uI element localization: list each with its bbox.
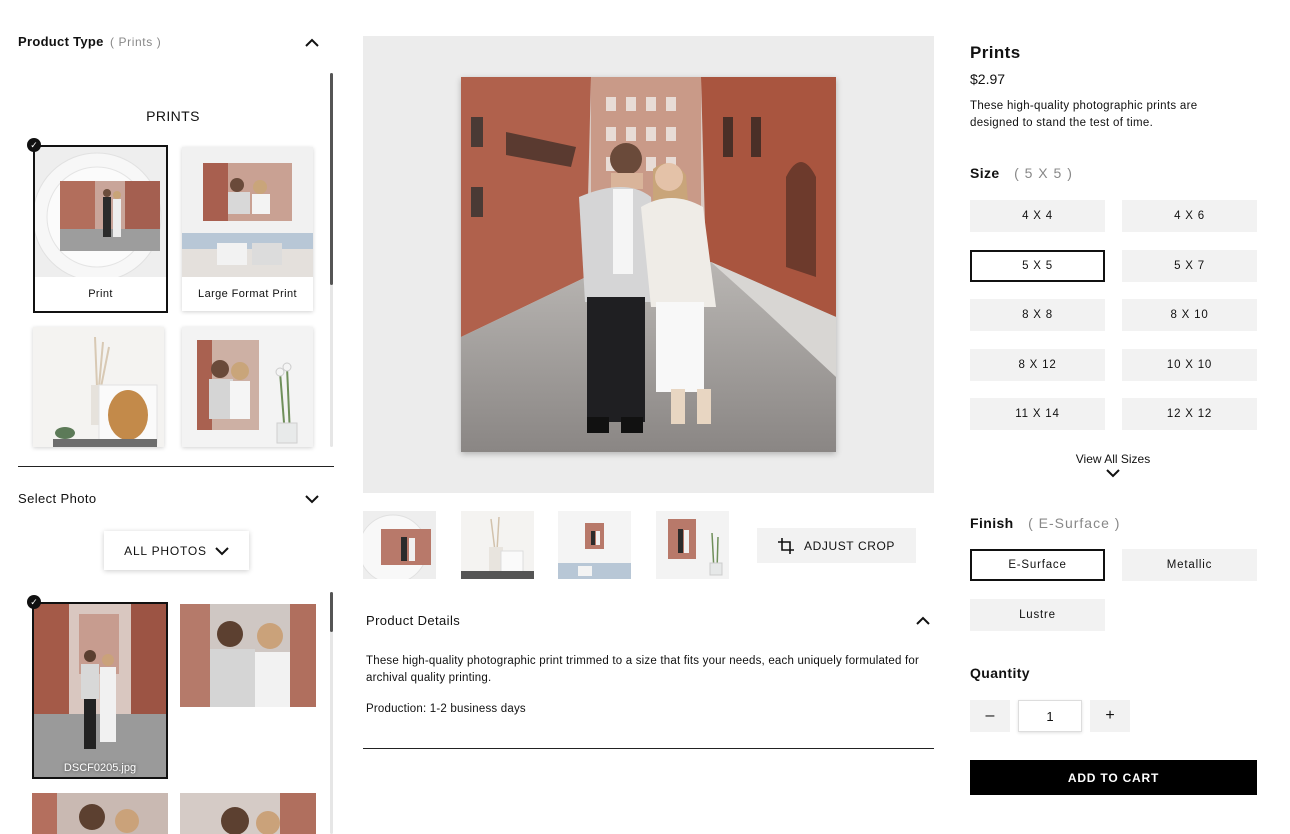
- size-option-4x6[interactable]: 4 X 6: [1122, 200, 1257, 232]
- size-option-8x10[interactable]: 8 X 10: [1122, 299, 1257, 331]
- photo-image: [180, 604, 316, 707]
- preview-thumbnail-large-format[interactable]: [558, 511, 631, 579]
- product-details-title: Product Details: [366, 613, 461, 628]
- left-divider: [18, 466, 334, 467]
- product-type-scrollbar-thumb[interactable]: [330, 73, 333, 285]
- adjust-crop-label: ADJUST CROP: [803, 538, 896, 553]
- finish-label: Finish: [970, 515, 1014, 531]
- chevron-up-icon[interactable]: [916, 614, 930, 628]
- size-option-5x5[interactable]: 5 X 5: [970, 250, 1105, 282]
- select-photo-title: Select Photo: [18, 491, 97, 506]
- product-card-canvas[interactable]: [33, 327, 164, 447]
- product-card-metal[interactable]: [182, 327, 313, 447]
- product-card-print[interactable]: Print: [33, 145, 168, 313]
- thumbnail-image: [558, 511, 631, 579]
- adjust-crop-button[interactable]: ADJUST CROP: [757, 528, 916, 563]
- size-selected: ( 5 X 5 ): [1014, 165, 1073, 181]
- product-type-selected: ( Prints ): [110, 35, 162, 49]
- photo-image: [34, 604, 166, 777]
- check-icon: ✓: [27, 595, 41, 609]
- size-option-5x7[interactable]: 5 X 7: [1122, 250, 1257, 282]
- photo-tile-selected[interactable]: DSCF0205.jpg: [32, 602, 168, 779]
- crop-icon: [777, 537, 794, 554]
- canvas-card-image: [33, 327, 164, 447]
- finish-heading: Finish ( E-Surface ): [970, 515, 1120, 533]
- preview-image: [461, 77, 836, 452]
- photo-filename: DSCF0205.jpg: [63, 762, 137, 774]
- preview-photo: [461, 77, 836, 452]
- size-option-11x14[interactable]: 11 X 14: [970, 398, 1105, 430]
- size-option-12x12[interactable]: 12 X 12: [1122, 398, 1257, 430]
- finish-option-metallic[interactable]: Metallic: [1122, 549, 1257, 581]
- quantity-increase-button[interactable]: +: [1090, 700, 1130, 732]
- add-to-cart-button[interactable]: ADD TO CART: [970, 760, 1257, 795]
- size-option-4x4[interactable]: 4 X 4: [970, 200, 1105, 232]
- size-heading: Size ( 5 X 5 ): [970, 165, 1073, 183]
- size-option-10x10[interactable]: 10 X 10: [1122, 349, 1257, 381]
- photo-scrollbar-thumb[interactable]: [330, 592, 333, 632]
- preview-thumbnail-print[interactable]: [363, 511, 436, 579]
- print-card-image: [35, 147, 166, 282]
- finish-option-e-surface[interactable]: E-Surface: [970, 549, 1105, 581]
- product-details-production: Production: 1-2 business days: [366, 703, 526, 715]
- product-card-label: Print: [35, 277, 166, 311]
- product-card-label: Large Format Print: [182, 277, 313, 311]
- quantity-label: Quantity: [970, 665, 1030, 681]
- finish-selected: ( E-Surface ): [1028, 515, 1121, 531]
- product-details-description: These high-quality photographic print tr…: [366, 655, 920, 684]
- photo-tile[interactable]: [180, 604, 316, 707]
- preview-thumbnail-canvas[interactable]: [461, 511, 534, 579]
- view-all-sizes-label: View All Sizes: [1075, 452, 1151, 466]
- photo-tile[interactable]: [32, 793, 168, 834]
- quantity-input[interactable]: 1: [1018, 700, 1082, 732]
- photo-tile[interactable]: [180, 793, 316, 834]
- product-card-large-format-print[interactable]: Large Format Print: [182, 147, 313, 311]
- photo-image: [180, 793, 316, 834]
- chevron-up-icon[interactable]: [305, 36, 319, 50]
- center-divider: [363, 748, 934, 749]
- metal-card-image: [182, 327, 313, 447]
- quantity-decrease-button[interactable]: –: [970, 700, 1010, 732]
- chevron-down-icon: [215, 546, 229, 555]
- chevron-down-icon: [1106, 469, 1120, 478]
- size-option-8x8[interactable]: 8 X 8: [970, 299, 1105, 331]
- all-photos-label: ALL PHOTOS: [124, 543, 207, 558]
- product-description: These high-quality photographic prints a…: [970, 100, 1198, 129]
- size-label: Size: [970, 165, 1000, 181]
- prints-section-heading: PRINTS: [146, 108, 200, 124]
- check-icon: ✓: [27, 138, 41, 152]
- product-price: $2.97: [970, 71, 1006, 87]
- product-name: Prints: [970, 43, 1021, 62]
- large-format-card-image: [182, 147, 313, 277]
- thumbnail-image: [461, 511, 534, 579]
- product-type-title: Product Type: [18, 34, 104, 49]
- size-option-8x12[interactable]: 8 X 12: [970, 349, 1105, 381]
- preview-thumbnail-metal[interactable]: [656, 511, 729, 579]
- thumbnail-image: [363, 511, 436, 579]
- chevron-down-icon[interactable]: [305, 492, 319, 506]
- all-photos-dropdown[interactable]: ALL PHOTOS: [104, 531, 249, 570]
- photo-image: [32, 793, 168, 834]
- thumbnail-image: [656, 511, 729, 579]
- view-all-sizes-link[interactable]: View All Sizes: [1040, 452, 1186, 481]
- finish-option-lustre[interactable]: Lustre: [970, 599, 1105, 631]
